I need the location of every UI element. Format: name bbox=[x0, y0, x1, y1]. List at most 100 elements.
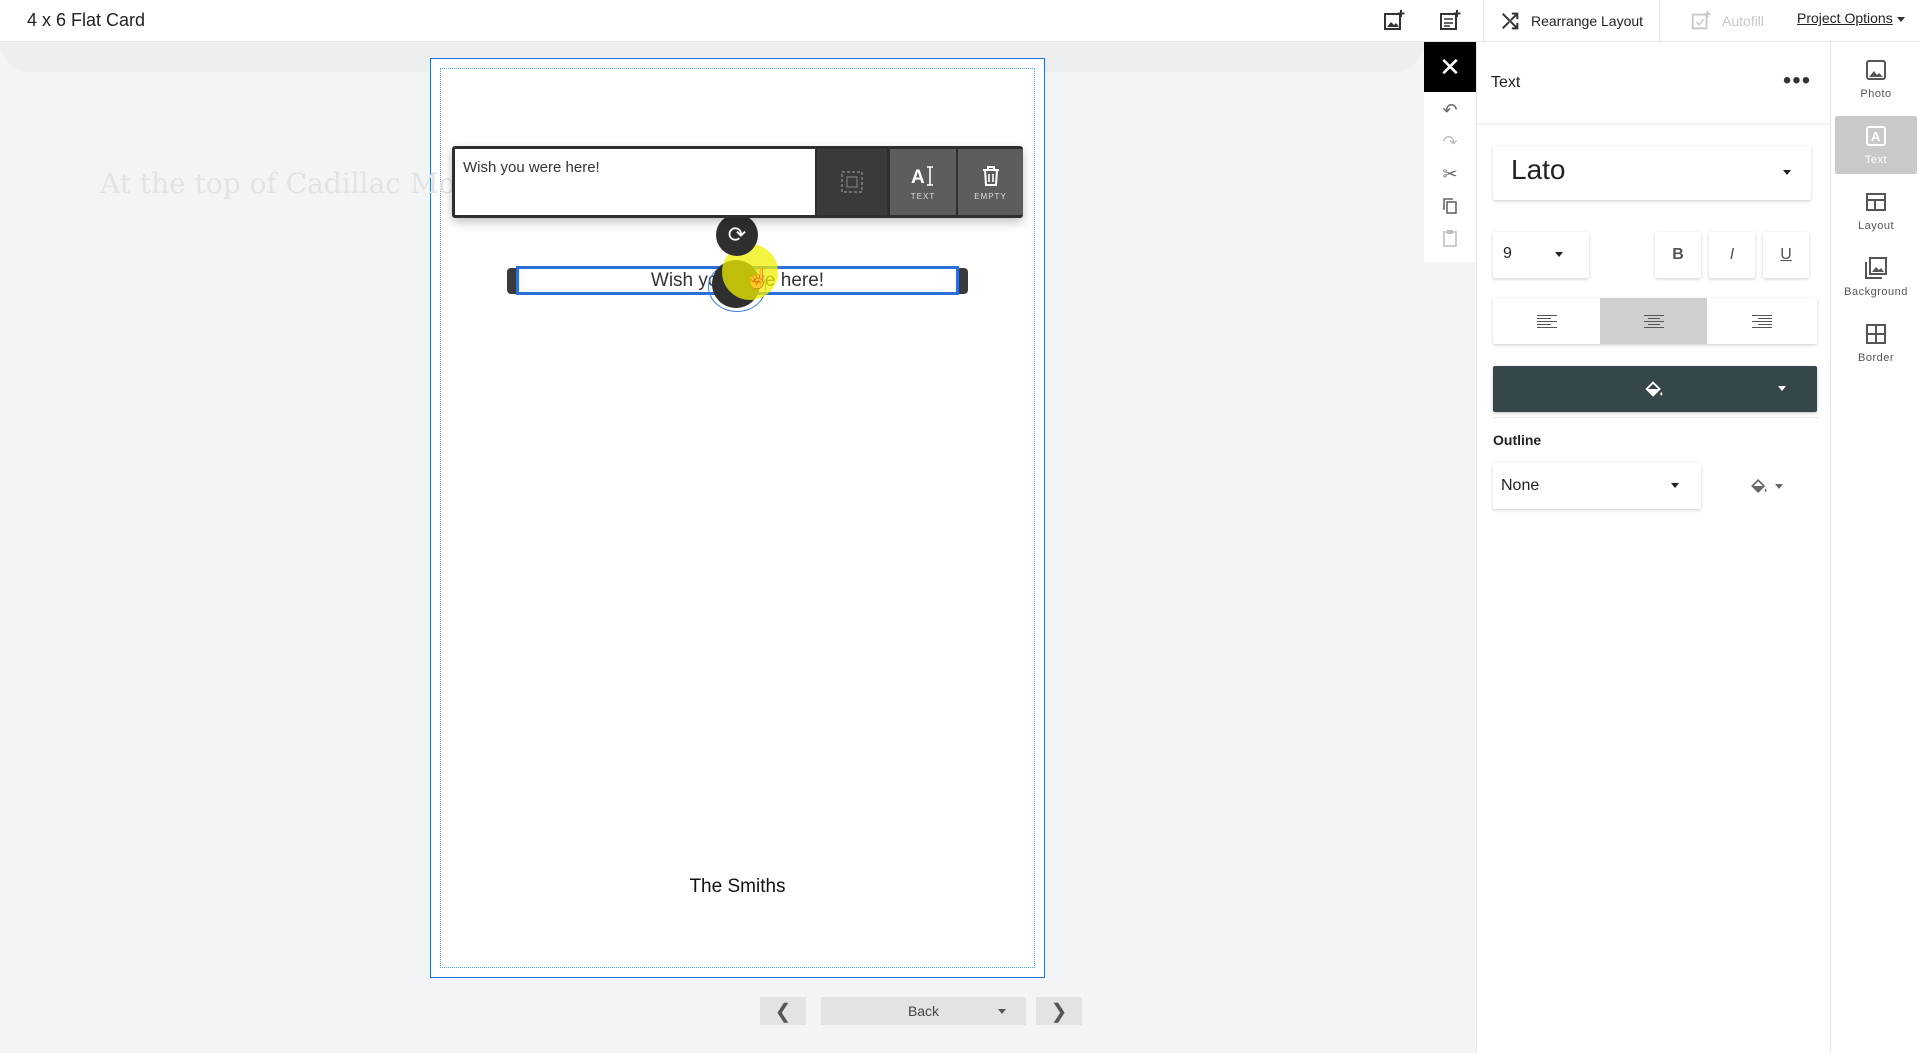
previous-page-button[interactable]: ❮ bbox=[760, 997, 806, 1025]
rail-item-border[interactable]: Border bbox=[1835, 314, 1917, 372]
align-center-button[interactable] bbox=[1600, 298, 1707, 344]
project-title: 4 x 6 Flat Card bbox=[27, 10, 146, 30]
autofill-icon bbox=[1691, 10, 1711, 30]
rail-item-text[interactable]: A Text bbox=[1835, 116, 1917, 174]
alignment-group bbox=[1493, 298, 1817, 344]
align-center-icon bbox=[1643, 313, 1664, 330]
align-right-icon bbox=[1751, 313, 1772, 330]
text-cursor-icon: A bbox=[911, 165, 933, 188]
toolbar-separator bbox=[1659, 0, 1660, 42]
paint-bucket-icon bbox=[1751, 478, 1767, 494]
autofill-button[interactable]: Autofill bbox=[1672, 0, 1782, 42]
project-options-label: Project Options bbox=[1797, 10, 1893, 26]
svg-text:A: A bbox=[911, 167, 925, 188]
close-icon: ✕ bbox=[1439, 51, 1461, 82]
more-options-button[interactable]: ••• bbox=[1777, 66, 1817, 96]
signature-text[interactable]: The Smiths bbox=[430, 876, 1045, 898]
text-properties-panel: Text ••• Lato 9 B I U Outline None bbox=[1476, 42, 1831, 1053]
copy-icon bbox=[1443, 198, 1457, 214]
bold-label: B bbox=[1672, 246, 1684, 263]
caret-down-icon bbox=[1778, 386, 1786, 391]
add-photo-page-button[interactable] bbox=[1376, 0, 1412, 42]
text-content-input[interactable] bbox=[455, 149, 815, 215]
scissors-icon: ✂ bbox=[1442, 163, 1458, 184]
rearrange-layout-label: Rearrange Layout bbox=[1530, 13, 1644, 29]
rail-item-label: Layout bbox=[1857, 220, 1895, 232]
redo-icon: ↷ bbox=[1442, 131, 1458, 152]
text-color-picker[interactable] bbox=[1493, 366, 1817, 412]
panel-header: Text ••• bbox=[1477, 42, 1831, 124]
undo-icon: ↶ bbox=[1442, 99, 1458, 120]
text-style-button[interactable]: A TEXT bbox=[890, 149, 956, 215]
next-page-button[interactable]: ❯ bbox=[1036, 997, 1082, 1025]
align-right-button[interactable] bbox=[1708, 298, 1815, 344]
panel-divider bbox=[1493, 417, 1819, 418]
paste-icon bbox=[1443, 230, 1457, 247]
outline-section-label: Outline bbox=[1493, 432, 1542, 448]
undo-button[interactable]: ↶ bbox=[1424, 94, 1476, 126]
cut-button[interactable]: ✂ bbox=[1424, 158, 1476, 190]
rearrange-layout-button[interactable]: Rearrange Layout bbox=[1496, 0, 1646, 42]
frame-icon bbox=[841, 171, 863, 193]
rail-item-label: Border bbox=[1857, 352, 1895, 364]
rail-item-label: Background bbox=[1844, 286, 1908, 298]
border-icon bbox=[1866, 324, 1886, 344]
rotate-handle[interactable]: ⟳ bbox=[716, 214, 758, 256]
tool-rail: Photo A Text Layout Background Border bbox=[1830, 42, 1920, 1053]
fit-frame-button[interactable] bbox=[817, 149, 887, 215]
caret-down-icon bbox=[1775, 483, 1783, 489]
add-page-icon bbox=[1440, 10, 1461, 30]
align-left-icon bbox=[1536, 313, 1557, 330]
add-photo-icon bbox=[1384, 10, 1405, 30]
text-button-label: TEXT bbox=[910, 191, 936, 201]
rail-item-label: Photo bbox=[1860, 88, 1892, 100]
text-edit-toolbar: A TEXT EMPTY bbox=[452, 146, 1023, 218]
font-size-value: 9 bbox=[1503, 245, 1512, 262]
more-horizontal-icon: ••• bbox=[1782, 67, 1812, 94]
paint-bucket-icon bbox=[1643, 378, 1665, 406]
trash-icon bbox=[982, 165, 999, 186]
underline-label: U bbox=[1780, 246, 1792, 263]
outline-width-dropdown[interactable]: None bbox=[1493, 463, 1701, 509]
top-bar: 4 x 6 Flat Card Rearrange Layout Autofil… bbox=[0, 0, 1920, 42]
rail-item-layout[interactable]: Layout bbox=[1835, 182, 1917, 240]
svg-text:A: A bbox=[1871, 129, 1881, 144]
bold-button[interactable]: B bbox=[1655, 232, 1701, 278]
align-left-button[interactable] bbox=[1493, 298, 1600, 344]
font-family-value: Lato bbox=[1511, 154, 1566, 185]
outline-color-picker[interactable] bbox=[1709, 463, 1817, 509]
rail-item-background[interactable]: Background bbox=[1835, 248, 1917, 306]
edit-tools-column: ↶ ↷ ✂ bbox=[1424, 92, 1476, 262]
layout-icon bbox=[1866, 193, 1886, 211]
close-panel-button[interactable]: ✕ bbox=[1424, 42, 1476, 92]
outline-width-value: None bbox=[1501, 477, 1540, 494]
font-size-dropdown[interactable]: 9 bbox=[1493, 232, 1589, 278]
page-selector[interactable]: Back bbox=[821, 997, 1026, 1025]
redo-button[interactable]: ↷ bbox=[1424, 126, 1476, 158]
empty-text-button[interactable]: EMPTY bbox=[958, 149, 1023, 215]
photo-icon bbox=[1866, 60, 1886, 80]
project-options-menu[interactable]: Project Options bbox=[1797, 10, 1905, 26]
page-selector-label: Back bbox=[907, 1003, 940, 1019]
rail-item-photo[interactable]: Photo bbox=[1835, 50, 1917, 108]
shuffle-icon bbox=[1501, 12, 1519, 30]
chevron-left-icon: ❮ bbox=[774, 1000, 792, 1023]
copy-button[interactable] bbox=[1424, 190, 1476, 222]
font-family-dropdown[interactable]: Lato bbox=[1493, 146, 1811, 200]
chevron-right-icon: ❯ bbox=[1050, 1000, 1068, 1023]
add-page-button[interactable] bbox=[1432, 0, 1468, 42]
autofill-label: Autofill bbox=[1721, 13, 1765, 29]
caret-down-icon bbox=[1896, 16, 1905, 22]
toolbar-separator bbox=[1483, 0, 1484, 42]
italic-button[interactable]: I bbox=[1709, 232, 1755, 278]
underline-button[interactable]: U bbox=[1763, 232, 1809, 278]
caret-down-icon bbox=[1671, 483, 1679, 488]
caret-down-icon bbox=[1555, 252, 1563, 257]
paste-button[interactable] bbox=[1424, 222, 1476, 254]
caret-down-icon bbox=[998, 1009, 1006, 1014]
panel-title: Text bbox=[1491, 74, 1521, 91]
caret-down-icon bbox=[1783, 170, 1791, 175]
rotate-icon: ⟳ bbox=[727, 222, 747, 247]
italic-label: I bbox=[1729, 246, 1735, 263]
empty-button-label: EMPTY bbox=[974, 191, 1007, 201]
